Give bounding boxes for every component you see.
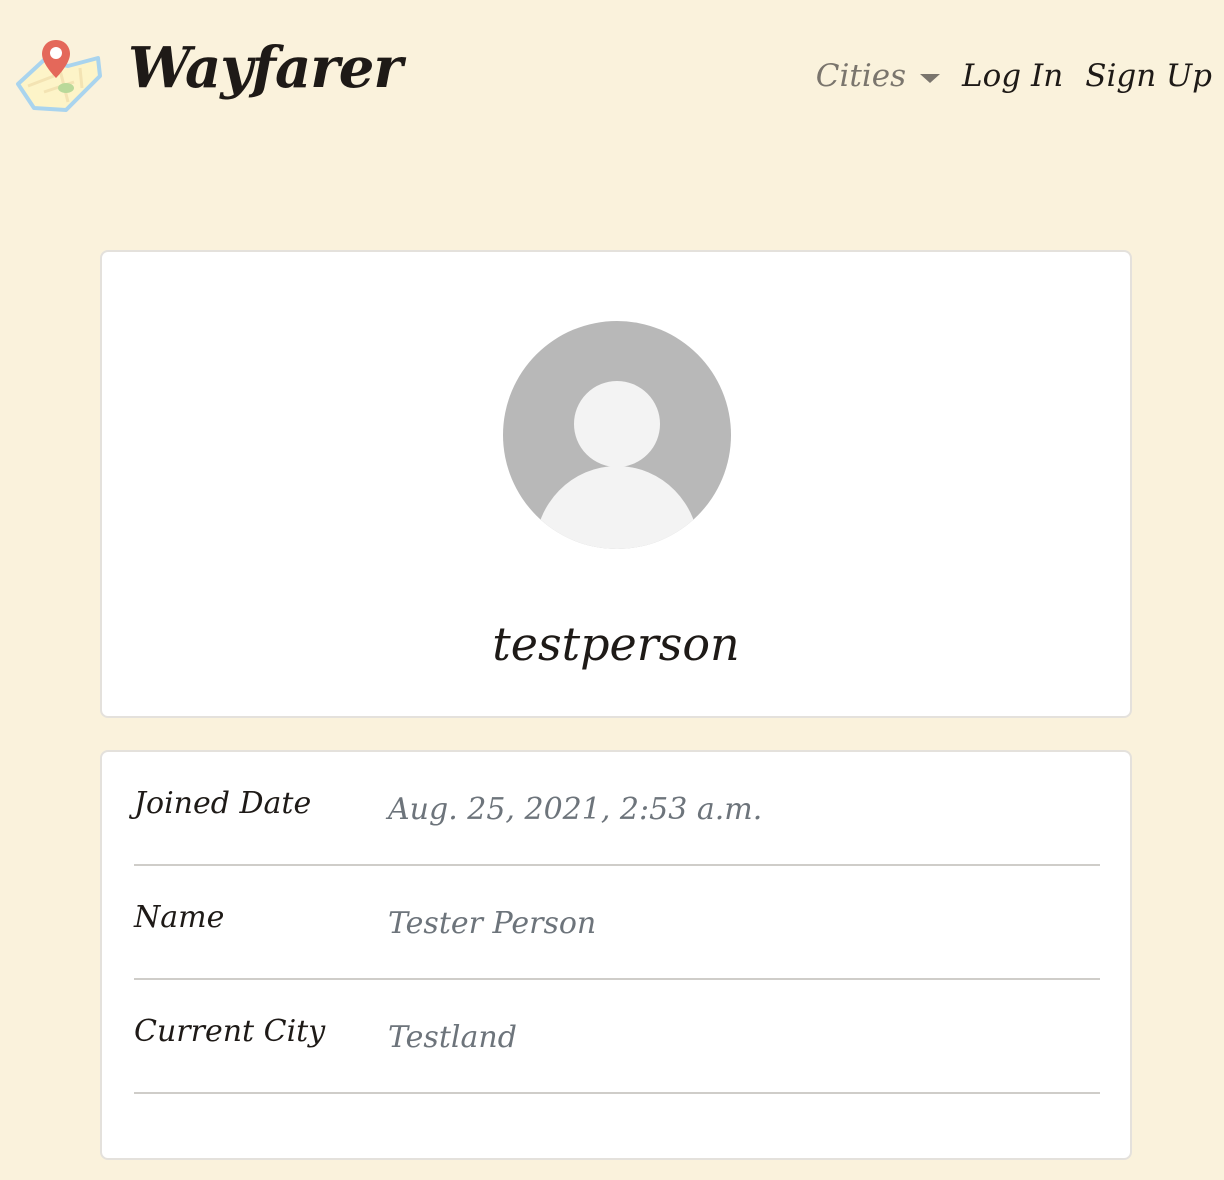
nav-links: Cities Log In Sign Up: [816, 54, 1212, 98]
profile-card: testperson: [100, 250, 1132, 718]
detail-row-joined-date: Joined Date Aug. 25, 2021, 2:53 a.m.: [134, 752, 1100, 866]
page: Wayfarer Cities Log In Sign Up testperso…: [0, 0, 1224, 1180]
current-city-value: Testland: [388, 1020, 517, 1055]
profile-username: testperson: [492, 617, 740, 671]
joined-date-value: Aug. 25, 2021, 2:53 a.m.: [388, 792, 763, 827]
name-label: Name: [134, 900, 225, 935]
navbar: Wayfarer Cities Log In Sign Up: [0, 0, 1224, 150]
cities-dropdown[interactable]: Cities: [815, 54, 941, 98]
default-user-avatar-icon: [502, 320, 732, 550]
joined-date-label: Joined Date: [134, 786, 312, 821]
current-city-label: Current City: [134, 1014, 326, 1049]
login-link[interactable]: Log In: [962, 54, 1063, 98]
detail-row-name: Name Tester Person: [134, 866, 1100, 980]
map-pin-logo-icon[interactable]: [14, 36, 104, 116]
brand-logo[interactable]: Wayfarer: [128, 30, 403, 106]
name-value: Tester Person: [388, 906, 597, 941]
cities-dropdown-label: Cities: [815, 58, 907, 94]
detail-row-current-city: Current City Testland: [134, 980, 1100, 1094]
profile-details-card: Joined Date Aug. 25, 2021, 2:53 a.m. Nam…: [100, 750, 1132, 1160]
signup-link[interactable]: Sign Up: [1085, 54, 1212, 98]
caret-down-icon: [920, 73, 941, 83]
